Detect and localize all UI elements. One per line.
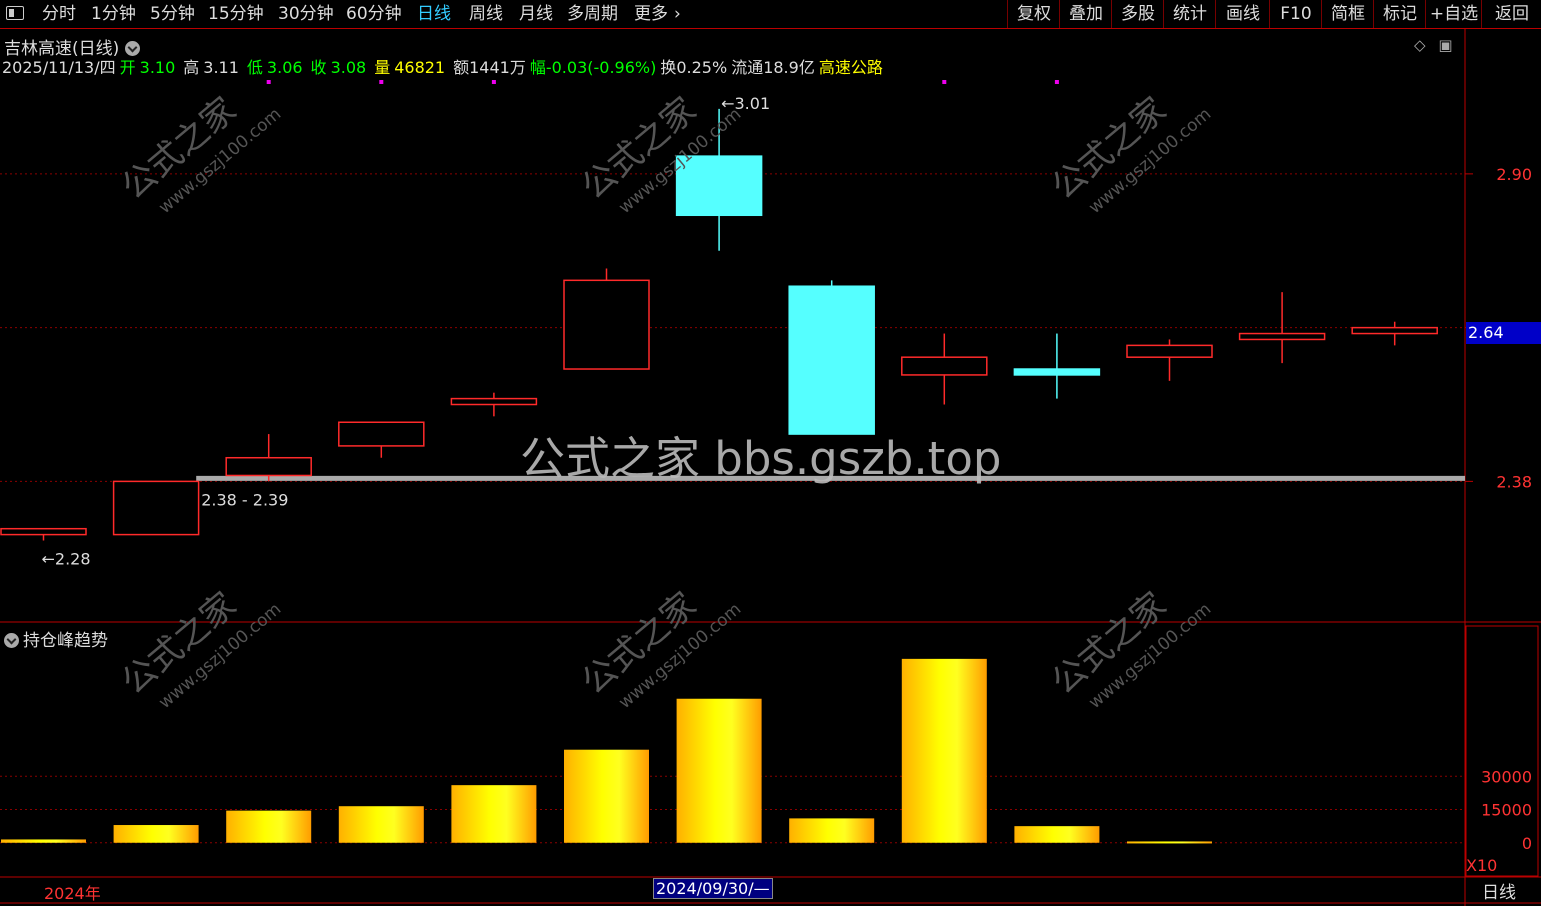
candle-body: [450, 397, 538, 406]
candle-body: [338, 421, 425, 447]
volume-bar: [901, 658, 987, 843]
period-tab-8[interactable]: 月线: [519, 0, 553, 28]
volume-bar: [1014, 826, 1100, 843]
candle-body: [901, 356, 988, 376]
diamond-icon[interactable]: ◇: [1414, 36, 1426, 54]
period-tab-0[interactable]: 分时: [42, 0, 76, 28]
change-value: 幅-0.03(-0.96%): [529, 58, 657, 77]
open-label: 开: [119, 58, 136, 77]
price-tick-label: 2.38: [1496, 472, 1532, 491]
chart-corner-controls: ◇ ▣: [1414, 36, 1453, 54]
period-tab-6[interactable]: 日线: [417, 0, 451, 28]
price-annotation: 2.38 - 2.39: [201, 490, 288, 509]
selected-date-label: 2024/09/30/—: [653, 878, 773, 899]
float-cap-value: 流通18.9亿: [731, 58, 815, 77]
high-value: 3.11: [203, 58, 239, 77]
volume-bar: [1, 839, 86, 843]
chevron-right-icon[interactable]: ›: [674, 0, 681, 28]
window-icon[interactable]: ▣: [1438, 36, 1452, 54]
current-price-tag: 2.64: [1466, 322, 1541, 344]
candle-body: [1126, 344, 1213, 358]
candle-body: [1351, 326, 1438, 335]
volume-bar: [113, 825, 199, 843]
toolbar-button-7[interactable]: 标记: [1373, 0, 1426, 28]
volume-bar: [338, 806, 424, 843]
high-label: 高: [183, 58, 200, 77]
period-tab-7[interactable]: 周线: [469, 0, 503, 28]
watermark-tile: 公式之家www.gszj100.com: [114, 585, 285, 713]
marker-dot: [1054, 80, 1059, 84]
volume-value: 46821: [394, 58, 446, 77]
toolbar-button-3[interactable]: 统计: [1163, 0, 1216, 28]
toolbar-button-6[interactable]: 简框: [1321, 0, 1374, 28]
period-tab-2[interactable]: 5分钟: [150, 0, 195, 28]
close-label: 收: [310, 58, 327, 77]
candle-body: [563, 279, 650, 370]
volume-bar: [226, 810, 312, 843]
volume-bar: [564, 749, 649, 843]
candle-body: [1238, 332, 1326, 341]
marker-dot: [266, 80, 271, 84]
candle-body: [112, 480, 200, 536]
sub-indicator-title: 持仓峰趋势: [23, 631, 108, 651]
volume-label: 量: [374, 58, 391, 77]
candle-body: [225, 456, 312, 477]
quote-date: 2025/11/13/四: [2, 58, 116, 77]
period-toolbar: 分时 1分钟 5分钟 15分钟 30分钟 60分钟 日线 周线 月线 多周期 更多 › 复权 叠加 多股 统计…: [0, 0, 1541, 29]
toolbar-button-0[interactable]: 复权: [1007, 0, 1060, 28]
period-tab-9[interactable]: 多周期: [567, 0, 618, 28]
volume-bar: [1127, 841, 1212, 844]
toolbar-button-8[interactable]: +自选: [1425, 0, 1482, 28]
candle-body: [1013, 368, 1101, 376]
toolbar-button-1[interactable]: 叠加: [1059, 0, 1112, 28]
period-tab-10[interactable]: 更多: [634, 0, 668, 28]
volume-bar: [451, 785, 537, 843]
quote-line: 2025/11/13/四开 3.10 高 3.11 低 3.06 收 3.08 量 46821 额1…: [2, 54, 887, 78]
volume-tick-label: 15000: [1481, 801, 1532, 820]
open-value: 3.10: [139, 58, 176, 77]
industry-value[interactable]: 高速公路: [819, 58, 883, 77]
toolbar-button-5[interactable]: F10: [1269, 0, 1322, 28]
period-label[interactable]: 日线: [1482, 878, 1516, 903]
toolbar-button-2[interactable]: 多股: [1111, 0, 1164, 28]
amount-value: 额1441万: [453, 58, 526, 77]
volume-tick-label: 30000: [1481, 767, 1532, 786]
close-value: 3.08: [330, 58, 367, 77]
watermark-tile: 公式之家www.gszj100.com: [1044, 585, 1215, 713]
low-label: 低: [246, 58, 263, 77]
turnover-value: 换0.25%: [660, 58, 728, 77]
panel-toggle-icon[interactable]: [6, 6, 24, 20]
period-tab-4[interactable]: 30分钟: [278, 0, 334, 28]
volume-multiplier: X10: [1466, 856, 1498, 875]
low-value: 3.06: [266, 58, 303, 77]
price-tick-label: 2.90: [1496, 165, 1532, 184]
year-label: 2024年: [44, 884, 101, 903]
marker-dot: [491, 80, 496, 84]
volume-bar: [676, 698, 762, 843]
watermark-center: 公式之家 bbs.gszb.top: [520, 432, 1002, 485]
price-annotation: ←2.28: [42, 550, 91, 569]
watermark-tile: 公式之家www.gszj100.com: [1044, 90, 1215, 218]
dropdown-circle-icon[interactable]: [4, 633, 19, 648]
toolbar-button-9[interactable]: 返回: [1481, 0, 1541, 28]
marker-dot: [942, 80, 947, 84]
period-tab-1[interactable]: 1分钟: [91, 0, 136, 28]
period-tab-5[interactable]: 60分钟: [346, 0, 402, 28]
volume-tick-label: 0: [1522, 834, 1532, 853]
watermark-tile: 公式之家www.gszj100.com: [114, 90, 285, 218]
period-tab-3[interactable]: 15分钟: [208, 0, 264, 28]
volume-bar: [789, 818, 875, 843]
sub-indicator-title-bar: 持仓峰趋势: [4, 626, 108, 651]
candle-body: [0, 527, 87, 536]
toolbar-button-4[interactable]: 画线: [1215, 0, 1270, 28]
marker-dot: [379, 80, 384, 84]
candle-body: [788, 285, 875, 435]
